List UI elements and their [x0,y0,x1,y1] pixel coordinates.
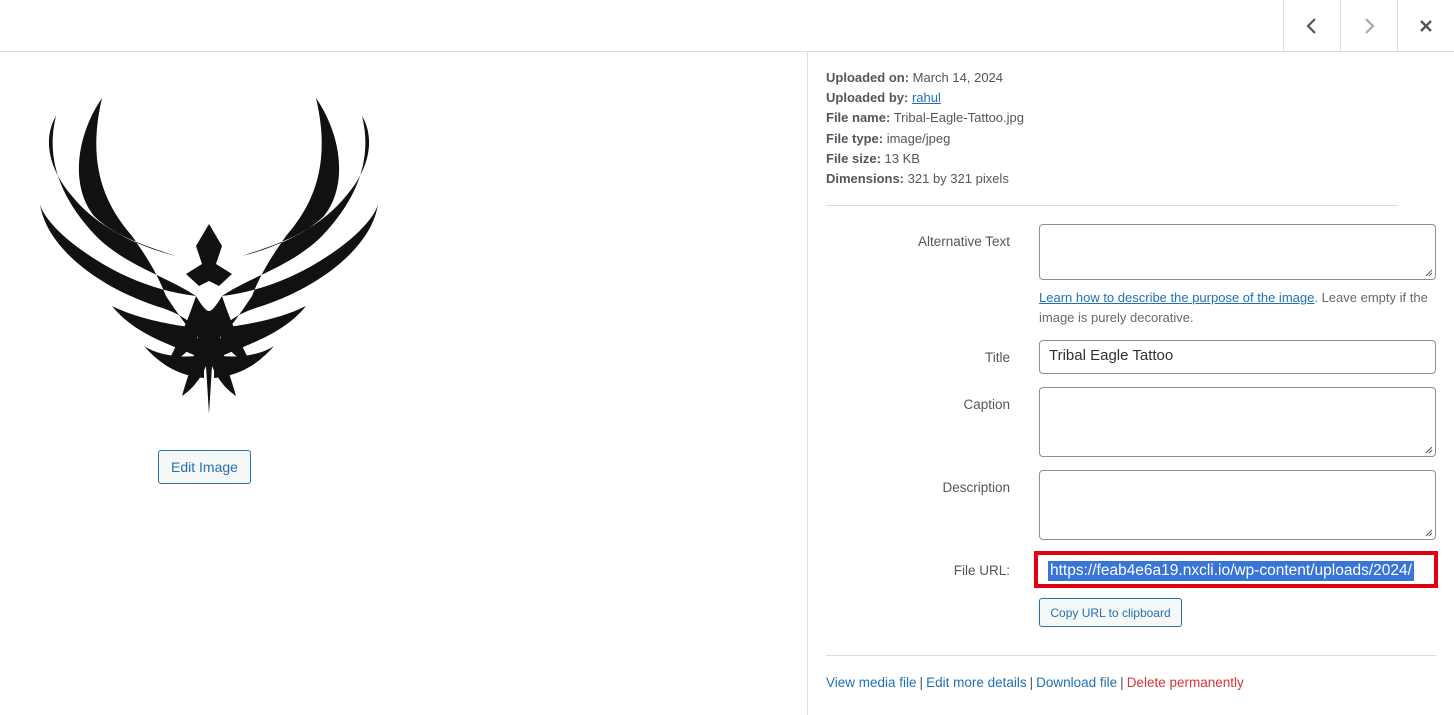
uploaded-on-row: Uploaded on: March 14, 2024 [826,68,1426,88]
attachment-preview: Edit Image [0,52,807,715]
uploaded-on-label: Uploaded on: [826,70,910,85]
file-type-label: File type: [826,130,884,146]
alt-text-field[interactable] [1039,224,1436,280]
modal-header [0,0,1454,52]
eagle-tattoo-image [40,98,378,414]
dimensions-value: 321 by 321 pixels [907,171,1009,187]
next-button[interactable] [1340,0,1397,51]
caption-field[interactable] [1039,387,1436,457]
separator: | [1029,675,1034,690]
file-name-row: File name: Tribal-Eagle-Tattoo.jpg [826,108,1426,128]
delete-permanently-link[interactable]: Delete permanently [1127,675,1244,690]
alt-text-help: Learn how to describe the purpose of the… [1039,288,1436,328]
dimensions-row: Dimensions: 321 by 321 pixels [826,169,1426,189]
view-media-file-link[interactable]: View media file [826,675,917,690]
uploaded-on-value: March 14, 2024 [912,70,1004,85]
file-url-field[interactable]: https://feab4e6a19.nxcli.io/wp-content/u… [1034,551,1438,588]
previous-button[interactable] [1283,0,1340,51]
description-field[interactable] [1039,470,1436,540]
file-type-row: File type: image/jpeg [826,129,1426,149]
description-label: Description [942,480,1010,495]
edit-image-button[interactable]: Edit Image [158,450,251,484]
file-url-label: File URL: [953,563,1010,578]
dimensions-label: Dimensions: [826,171,905,187]
uploaded-by-label: Uploaded by: [826,90,909,106]
chevron-right-icon [1365,17,1375,34]
resize-handle-icon[interactable] [1423,267,1433,277]
file-size-row: File size: 13 KB [826,149,1426,169]
resize-handle-icon[interactable] [1423,527,1433,537]
title-label: Title [984,350,1010,365]
separator: | [919,675,924,690]
alt-text-help-link[interactable]: Learn how to describe the purpose of the… [1039,290,1314,305]
copy-url-button[interactable]: Copy URL to clipboard [1039,598,1182,627]
file-size-value: 13 KB [884,150,920,166]
edit-more-details-link[interactable]: Edit more details [926,675,1027,690]
details-divider [826,205,1398,206]
panel-divider [807,52,808,715]
resize-handle-icon[interactable] [1423,444,1433,454]
alt-text-label: Alternative Text [917,234,1010,249]
title-value: Tribal Eagle Tattoo [1049,347,1174,364]
file-name-value: Tribal-Eagle-Tattoo.jpg [893,110,1024,126]
attachment-actions: View media file | Edit more details | Downlo… [826,675,1244,690]
title-field[interactable]: Tribal Eagle Tattoo [1039,340,1436,374]
close-icon [1420,19,1432,32]
file-url-value: https://feab4e6a19.nxcli.io/wp-content/u… [1048,561,1414,581]
uploaded-by-row: Uploaded by: rahul [826,88,1426,108]
close-button[interactable] [1397,0,1454,51]
file-name-label: File name: [826,110,891,126]
file-details: Uploaded on: March 14, 2024 Uploaded by:… [826,68,1426,189]
chevron-left-icon [1306,17,1316,34]
file-size-label: File size: [826,150,881,166]
download-file-link[interactable]: Download file [1036,675,1117,690]
caption-label: Caption [963,397,1010,412]
uploaded-by-link[interactable]: rahul [912,90,941,105]
actions-divider [826,655,1436,656]
separator: | [1120,675,1124,690]
file-type-value: image/jpeg [886,130,951,146]
